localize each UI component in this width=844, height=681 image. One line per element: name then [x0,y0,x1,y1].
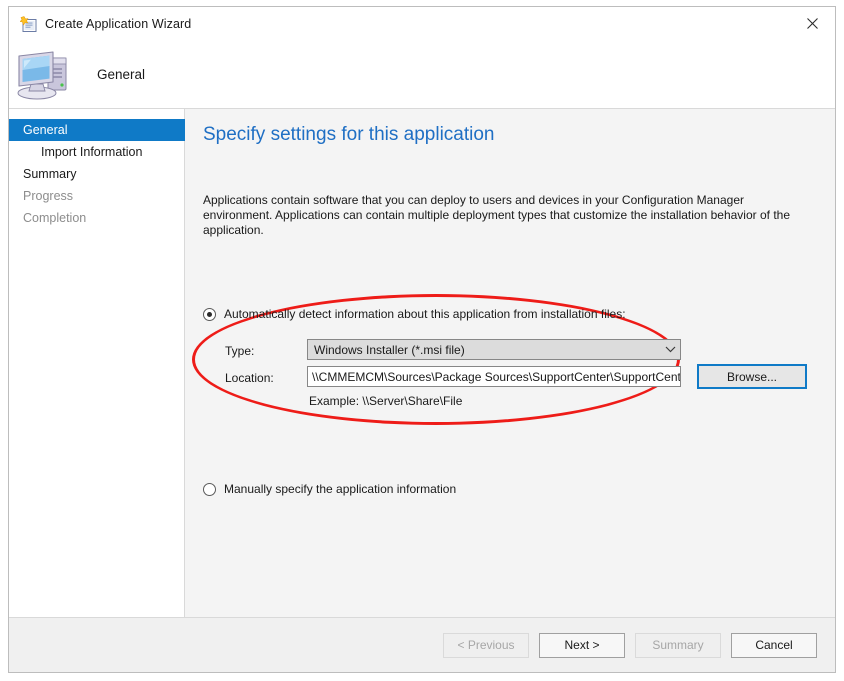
content-heading: Specify settings for this application [203,124,495,146]
browse-button[interactable]: Browse... [697,364,807,389]
title-bar: Create Application Wizard [9,7,835,41]
wizard-footer: < Previous Next > Summary Cancel [9,617,835,672]
radio-automatically-detect[interactable]: Automatically detect information about t… [203,307,626,321]
wizard-body: General Import Information Summary Progr… [9,109,835,617]
type-dropdown[interactable]: Windows Installer (*.msi file) [307,339,681,360]
cancel-button[interactable]: Cancel [731,633,817,658]
location-label: Location: [225,371,274,385]
summary-button[interactable]: Summary [635,633,721,658]
chevron-down-icon [660,346,680,353]
sidebar-item-import-information[interactable]: Import Information [9,141,184,163]
window-title: Create Application Wizard [45,17,191,31]
next-button[interactable]: Next > [539,633,625,658]
radio-manual-label: Manually specify the application informa… [224,482,456,496]
radio-auto-label: Automatically detect information about t… [224,307,626,321]
wizard-content-panel: Specify settings for this application Ap… [185,109,835,617]
create-application-wizard-window: Create Application Wizard [8,6,836,673]
radio-button-manual-indicator [203,483,216,496]
sidebar-item-progress[interactable]: Progress [9,185,184,207]
sidebar-item-summary[interactable]: Summary [9,163,184,185]
page-title: General [97,67,145,82]
computer-icon [15,48,77,102]
location-input-value: \\CMMEMCM\Sources\Package Sources\Suppor… [308,370,681,384]
wizard-steps-sidebar: General Import Information Summary Progr… [9,109,185,617]
type-dropdown-value: Windows Installer (*.msi file) [308,343,660,357]
location-input[interactable]: \\CMMEMCM\Sources\Package Sources\Suppor… [307,366,681,387]
application-wizard-icon [20,16,37,33]
previous-button[interactable]: < Previous [443,633,529,658]
radio-manually-specify[interactable]: Manually specify the application informa… [203,482,456,496]
close-icon[interactable] [789,7,835,39]
wizard-page-header: General [9,41,835,109]
sidebar-item-general[interactable]: General [9,119,191,141]
location-example-text: Example: \\Server\Share\File [309,394,462,408]
sidebar-item-completion[interactable]: Completion [9,207,184,229]
content-description: Applications contain software that you c… [203,193,803,238]
radio-button-auto-indicator [203,308,216,321]
type-label: Type: [225,344,254,358]
